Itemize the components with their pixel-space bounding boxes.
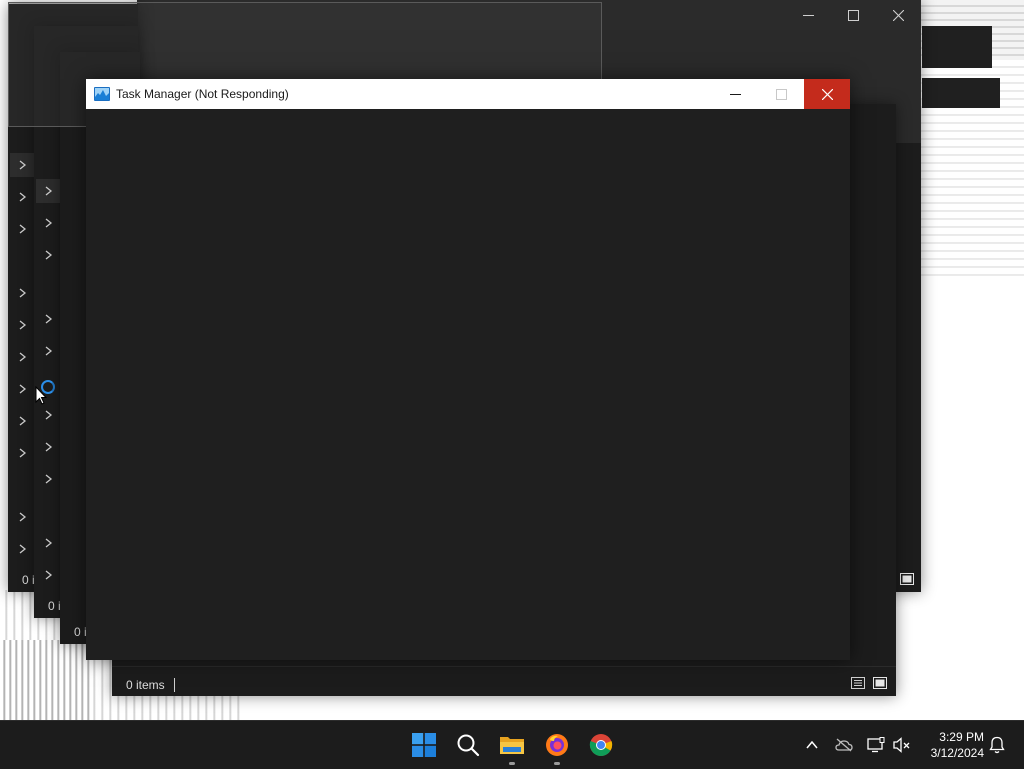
expand-chevron-icon[interactable] (10, 537, 36, 561)
bell-icon (989, 736, 1005, 754)
task-manager-icon (94, 87, 110, 101)
task-manager-window[interactable]: Task Manager (Not Responding) (86, 79, 850, 660)
expand-chevron-icon[interactable] (36, 211, 62, 235)
status-separator (174, 678, 175, 692)
status-item-count: 0 i (48, 599, 61, 613)
expand-chevron-icon[interactable] (36, 467, 62, 491)
expand-chevron-icon[interactable] (36, 179, 62, 203)
status-item-count: 0 i (74, 625, 87, 639)
system-clock[interactable]: 3:29 PM 3/12/2024 (920, 729, 984, 761)
expand-chevron-icon[interactable] (36, 435, 62, 459)
expand-chevron-icon[interactable] (10, 377, 36, 401)
file-explorer-icon (500, 737, 524, 754)
search-icon (457, 734, 480, 757)
maximize-icon (847, 9, 859, 21)
expand-chevron-icon[interactable] (10, 217, 36, 241)
expand-chevron-icon[interactable] (36, 531, 62, 555)
network-icon (867, 737, 885, 753)
show-hidden-icons-button[interactable] (798, 721, 826, 769)
volume-button[interactable] (888, 721, 916, 769)
expand-chevron-icon[interactable] (10, 153, 36, 177)
running-indicator (554, 762, 560, 765)
onedrive-icon (835, 738, 853, 752)
volume-muted-icon (893, 737, 910, 753)
minimize-button[interactable] (712, 79, 758, 109)
file-explorer-button[interactable] (490, 721, 534, 769)
expand-chevron-icon[interactable] (36, 339, 62, 363)
mouse-pointer-icon (35, 386, 47, 405)
expand-chevron-icon[interactable] (10, 185, 36, 209)
search-button[interactable] (446, 721, 490, 769)
window-trail-artifact (0, 640, 90, 720)
clock-date: 3/12/2024 (930, 746, 984, 760)
start-icon (412, 733, 436, 757)
firefox-icon (546, 734, 568, 756)
expand-chevron-icon[interactable] (36, 563, 62, 587)
expand-chevron-icon[interactable] (36, 243, 62, 267)
network-button[interactable] (862, 721, 890, 769)
minimize-icon (802, 14, 814, 16)
expand-chevron-icon[interactable] (36, 307, 62, 331)
window-trail-artifact (922, 78, 1000, 108)
maximize-icon (775, 88, 787, 100)
expand-chevron-icon[interactable] (36, 403, 62, 427)
details-view-icon[interactable] (850, 676, 866, 690)
minimize-icon (729, 93, 741, 95)
onedrive-button[interactable] (830, 721, 858, 769)
window-trail-artifact (922, 26, 992, 68)
close-button[interactable] (875, 0, 921, 30)
maximize-button[interactable] (758, 79, 804, 109)
desktop: 0 i 0 i 0 i 0 items Task Manager (Not Re… (0, 0, 1024, 720)
chrome-button[interactable] (579, 721, 623, 769)
minimize-button[interactable] (785, 0, 831, 30)
running-indicator (509, 762, 515, 765)
view-toggle-group (850, 676, 888, 690)
status-divider (112, 666, 896, 667)
maximize-button[interactable] (830, 0, 876, 30)
expand-chevron-icon[interactable] (10, 313, 36, 337)
firefox-button[interactable] (535, 721, 579, 769)
taskbar: 3:29 PM 3/12/2024 (0, 720, 1024, 769)
expand-chevron-icon[interactable] (10, 281, 36, 305)
notifications-button[interactable] (983, 721, 1011, 769)
expand-chevron-icon[interactable] (10, 505, 36, 529)
window-title: Task Manager (Not Responding) (116, 87, 289, 101)
chrome-icon (589, 734, 613, 756)
start-button[interactable] (402, 721, 446, 769)
close-button[interactable] (804, 79, 850, 109)
tiles-view-icon[interactable] (899, 572, 915, 586)
title-bar[interactable]: Task Manager (Not Responding) (86, 79, 850, 109)
expand-chevron-icon[interactable] (10, 409, 36, 433)
clock-time: 3:29 PM (939, 730, 984, 744)
status-item-count: 0 i (22, 573, 35, 587)
chevron-up-icon (806, 741, 818, 749)
expand-chevron-icon[interactable] (10, 345, 36, 369)
expand-chevron-icon[interactable] (10, 441, 36, 465)
status-item-count: 0 items (126, 678, 165, 692)
close-icon (892, 9, 904, 21)
tiles-view-icon[interactable] (872, 676, 888, 690)
close-icon (821, 88, 833, 100)
